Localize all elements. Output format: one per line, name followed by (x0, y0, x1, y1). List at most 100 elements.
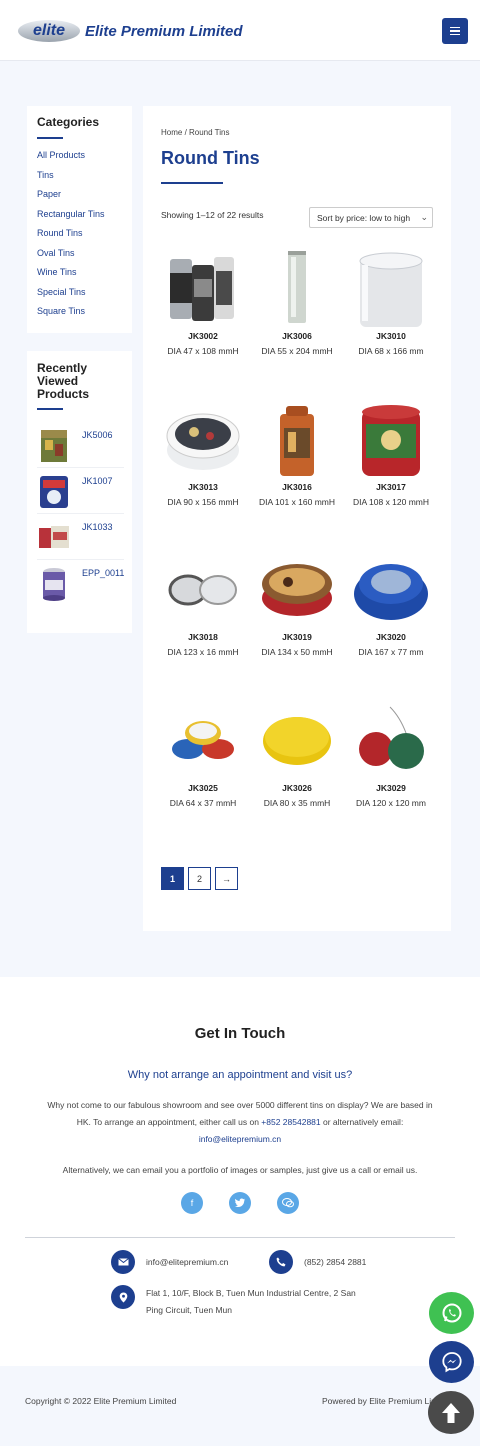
alternative-text: Alternatively, we can email you a portfo… (62, 1165, 418, 1175)
social-links: f (181, 1192, 299, 1214)
product-size: DIA 47 x 108 mmH (167, 346, 239, 356)
product-name[interactable]: JK3029 (345, 783, 437, 793)
map-pin-icon (111, 1285, 135, 1309)
recent-product[interactable]: JK1007 (37, 468, 124, 514)
phone-icon (269, 1250, 293, 1274)
site-logo[interactable]: elite Elite Premium Limited (18, 20, 243, 42)
product-card[interactable]: JK3010 DIA 68 x 166 mm (345, 251, 437, 360)
product-thumbnail (40, 476, 68, 508)
product-name[interactable]: JK3002 (157, 331, 249, 341)
title-underline (37, 137, 63, 139)
page-title: Round Tins (161, 148, 260, 168)
product-image (263, 717, 331, 765)
product-card[interactable]: JK3006 DIA 55 x 204 mmH (251, 251, 343, 360)
product-card[interactable]: JK3017 DIA 108 x 120 mmH (345, 402, 437, 511)
hamburger-icon[interactable] (442, 18, 468, 44)
section-subheading: Why not arrange an appointment and visit… (127, 1069, 353, 1081)
product-size: DIA 123 x 16 mmH (167, 647, 239, 657)
next-page-button[interactable]: → (215, 867, 238, 890)
product-image (168, 574, 237, 606)
category-link[interactable]: Square Tins (37, 305, 132, 325)
category-link[interactable]: Paper (37, 188, 132, 208)
recent-product[interactable]: JK1033 (37, 514, 124, 560)
phone-link[interactable]: +852 28542881 (261, 1117, 320, 1127)
product-image (280, 406, 314, 476)
section-heading: Get In Touch (194, 1025, 286, 1042)
category-link[interactable]: Special Tins (37, 286, 132, 306)
product-card[interactable]: JK3013 DIA 90 x 156 mmH (157, 402, 249, 511)
product-image (359, 706, 424, 769)
product-name[interactable]: JK3025 (157, 783, 249, 793)
contact-phone-text[interactable]: (852) 2854 2881 (304, 1254, 366, 1271)
product-image (354, 564, 428, 620)
contact-phone[interactable]: (852) 2854 2881 (269, 1250, 366, 1274)
product-card[interactable]: JK3016 DIA 101 x 160 mmH (251, 402, 343, 511)
product-thumbnail (43, 568, 65, 601)
envelope-icon (111, 1250, 135, 1274)
product-name[interactable]: JK3019 (251, 632, 343, 642)
product-size: DIA 134 x 50 mmH (261, 647, 333, 657)
recent-product[interactable]: EPP_0011 (37, 560, 124, 606)
product-card[interactable]: JK3020 DIA 167 x 77 mm (345, 552, 437, 661)
scroll-to-top-icon[interactable] (428, 1391, 474, 1434)
category-link[interactable]: All Products (37, 149, 132, 169)
chevron-down-icon: ⌄ (420, 212, 428, 222)
logo-mark: elite (18, 20, 80, 42)
product-card[interactable]: JK3019 DIA 134 x 50 mmH (251, 552, 343, 661)
email-link[interactable]: info@elitepremium.cn (199, 1134, 281, 1144)
whatsapp-icon[interactable] (429, 1292, 474, 1334)
product-size: DIA 90 x 156 mmH (167, 497, 239, 507)
product-name[interactable]: JK3018 (157, 632, 249, 642)
product-name[interactable]: JK3013 (157, 482, 249, 492)
product-size: DIA 68 x 166 mm (358, 346, 424, 356)
category-link[interactable]: Wine Tins (37, 266, 132, 286)
recently-viewed-widget: Recently Viewed Products JK5006 JK1007 J… (27, 351, 132, 633)
title-underline (161, 182, 223, 184)
product-card[interactable]: JK3018 DIA 123 x 16 mmH (157, 552, 249, 661)
page-1-button[interactable]: 1 (161, 867, 184, 890)
product-size: DIA 80 x 35 mmH (263, 798, 331, 808)
site-header: elite Elite Premium Limited (0, 0, 480, 61)
product-listing: Home / Round Tins Round Tins Showing 1–1… (143, 106, 451, 931)
product-image (166, 413, 240, 470)
product-card[interactable]: JK3002 DIA 47 x 108 mmH (157, 251, 249, 360)
product-name[interactable]: JK3006 (251, 331, 343, 341)
sort-select[interactable]: Sort by price: low to high ⌄ (309, 207, 433, 228)
product-card[interactable]: JK3025 DIA 64 x 37 mmH (157, 703, 249, 812)
recent-product-label[interactable]: EPP_0011 (82, 568, 124, 578)
product-name[interactable]: JK3017 (345, 482, 437, 492)
product-name[interactable]: JK3010 (345, 331, 437, 341)
product-name[interactable]: JK3020 (345, 632, 437, 642)
product-name[interactable]: JK3016 (251, 482, 343, 492)
recent-product-label[interactable]: JK1033 (82, 522, 113, 532)
product-name[interactable]: JK3026 (251, 783, 343, 793)
product-size: DIA 167 x 77 mm (358, 647, 424, 657)
page-2-button[interactable]: 2 (188, 867, 211, 890)
twitter-icon[interactable] (229, 1192, 251, 1214)
recent-title: Recently Viewed Products (37, 361, 90, 401)
contact-email-text[interactable]: info@elitepremium.cn (146, 1254, 228, 1271)
paragraph-text: or alternatively email: (323, 1117, 404, 1127)
product-thumbnail (41, 430, 67, 462)
copyright-text: Copyright © 2022 Elite Premium Limited (25, 1396, 177, 1406)
product-size: DIA 120 x 120 mm (356, 798, 426, 808)
recent-product[interactable]: JK5006 (37, 422, 124, 468)
footer-divider (25, 1237, 455, 1238)
breadcrumb[interactable]: Home / Round Tins (161, 128, 229, 137)
product-card[interactable]: JK3029 DIA 120 x 120 mm (345, 703, 437, 812)
category-link[interactable]: Round Tins (37, 227, 132, 247)
recent-product-label[interactable]: JK1007 (82, 476, 113, 486)
contact-address: Flat 1, 10/F, Block B, Tuen Mun Industri… (111, 1285, 364, 1319)
product-card[interactable]: JK3026 DIA 80 x 35 mmH (251, 703, 343, 812)
product-size: DIA 55 x 204 mmH (261, 346, 333, 356)
wechat-icon[interactable] (277, 1192, 299, 1214)
product-thumbnail (39, 526, 69, 548)
facebook-icon[interactable]: f (181, 1192, 203, 1214)
category-link[interactable]: Rectangular Tins (37, 208, 132, 228)
recent-product-label[interactable]: JK5006 (82, 430, 113, 440)
categories-title: Categories (37, 115, 100, 129)
category-link[interactable]: Oval Tins (37, 247, 132, 267)
category-link[interactable]: Tins (37, 169, 132, 189)
contact-email[interactable]: info@elitepremium.cn (111, 1250, 228, 1274)
messenger-icon[interactable] (429, 1341, 474, 1383)
